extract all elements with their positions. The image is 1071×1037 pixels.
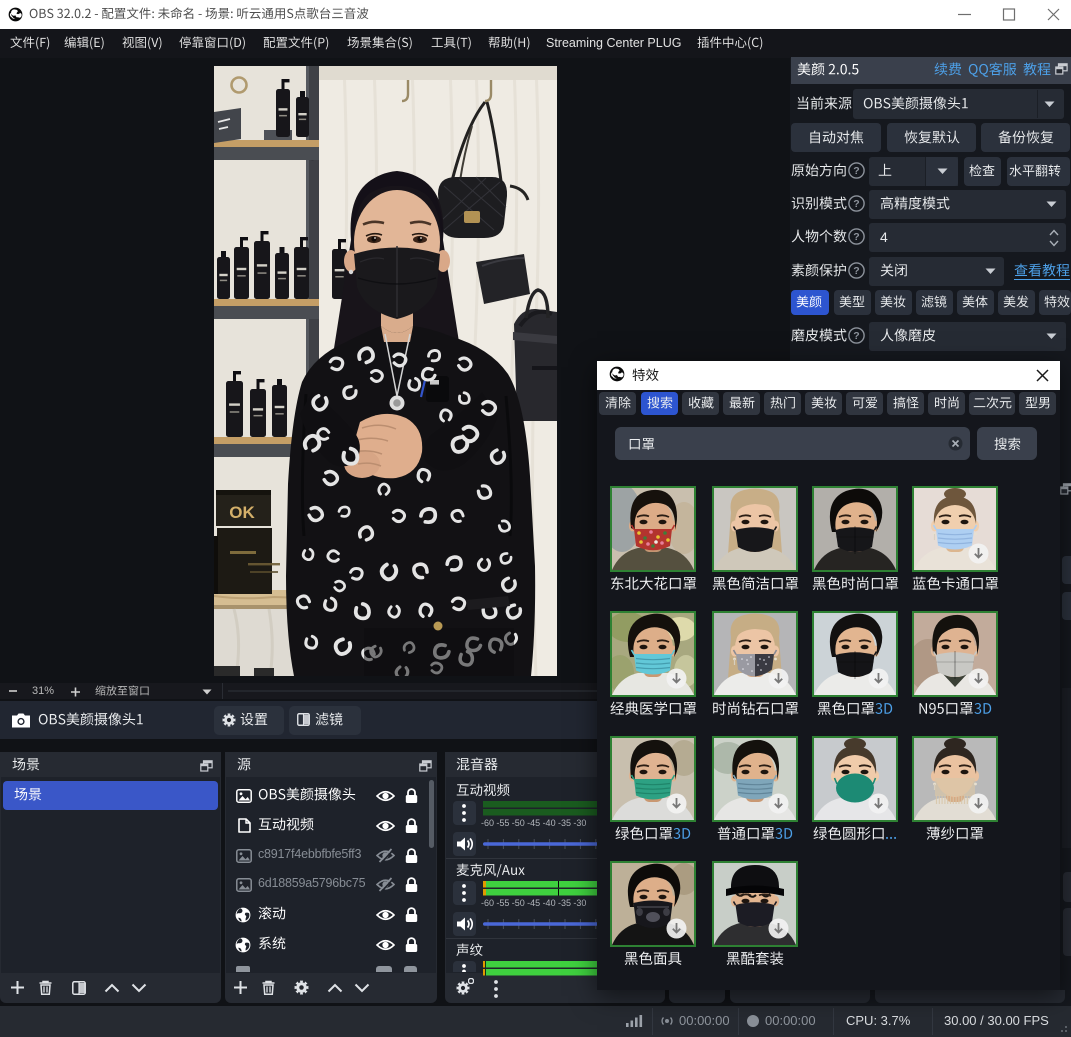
svg-text:?: ?	[853, 265, 859, 277]
svg-text:?: ?	[853, 231, 859, 243]
svg-text:OK: OK	[229, 503, 255, 522]
svg-text:?: ?	[853, 198, 859, 210]
svg-text:?: ?	[853, 165, 859, 177]
svg-text:?: ?	[853, 330, 859, 342]
